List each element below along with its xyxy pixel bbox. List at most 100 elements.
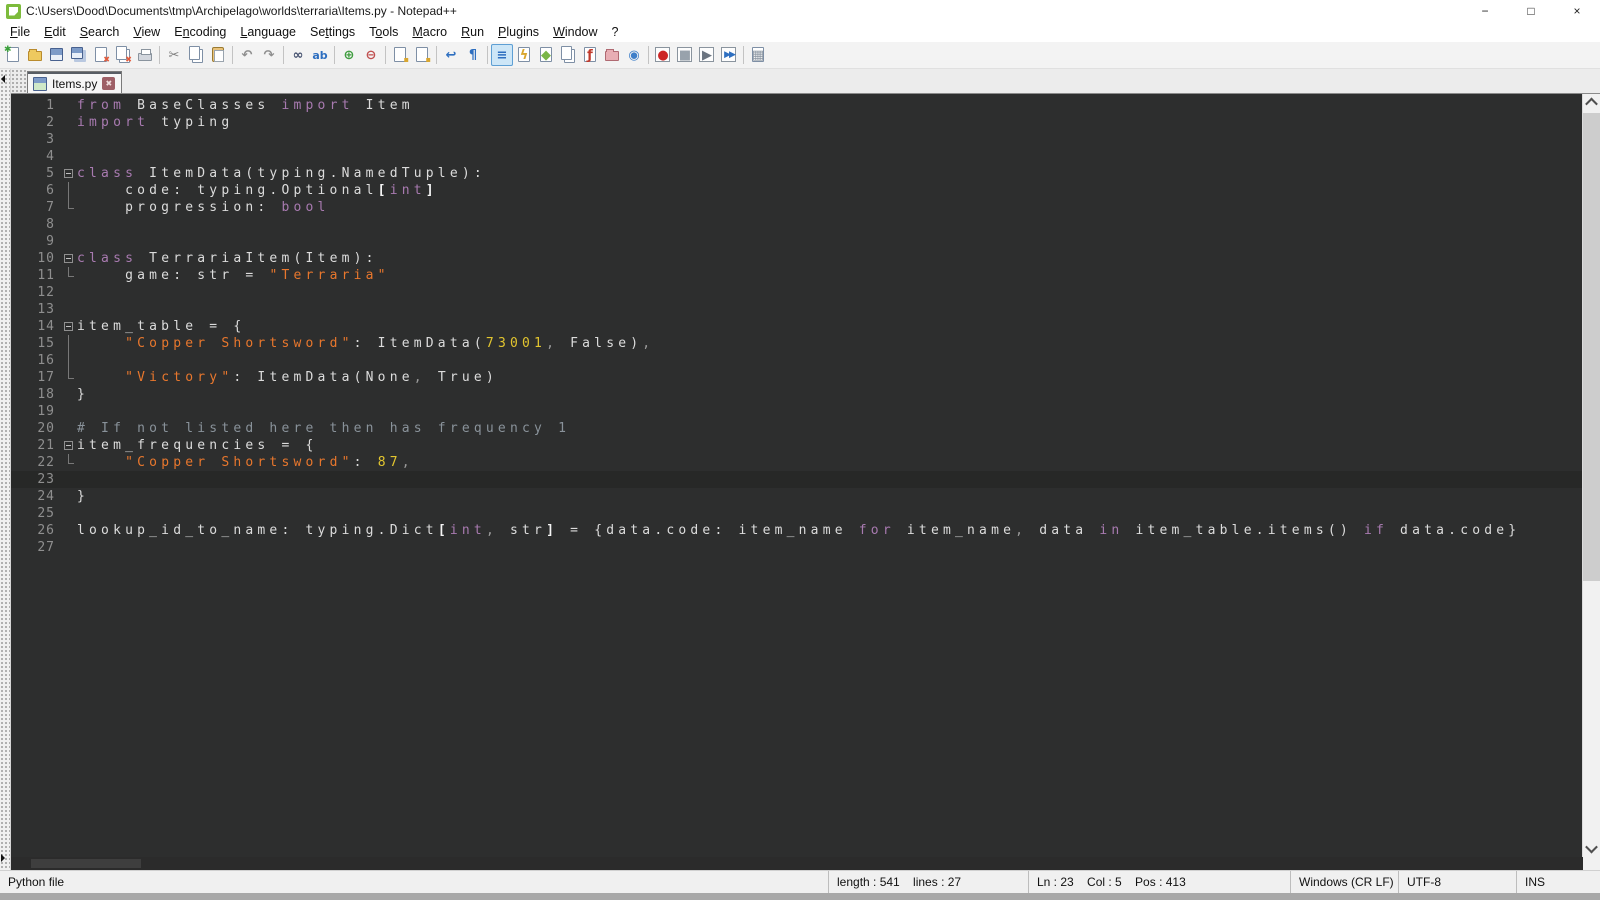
code-line-5[interactable]: 5class ItemData(typing.NamedTuple): — [11, 165, 1582, 182]
macro-stop-icon[interactable]: ■ — [674, 44, 696, 66]
indent-guide-icon[interactable]: ≡ — [491, 44, 513, 66]
macro-run-multiple-icon[interactable]: ▶▶ — [718, 44, 740, 66]
splitter-collapse-left-icon[interactable] — [1, 75, 5, 83]
redo-icon[interactable]: ↷ — [258, 44, 280, 66]
menu-macro[interactable]: Macro — [405, 23, 454, 41]
code-line-3[interactable]: 3 — [11, 131, 1582, 148]
code-line-1[interactable]: 1from BaseClasses import Item — [11, 97, 1582, 114]
horizontal-scrollbar-thumb[interactable] — [31, 859, 141, 868]
menu-[interactable]: ? — [605, 23, 626, 41]
close-button[interactable]: × — [1554, 0, 1600, 22]
splitter-collapse-right-icon[interactable] — [1, 854, 5, 862]
macro-record-icon[interactable]: ● — [652, 44, 674, 66]
vertical-scrollbar-track[interactable] — [1583, 111, 1600, 840]
close-file-icon[interactable]: ✖ — [90, 44, 112, 66]
code-line-8[interactable]: 8 — [11, 216, 1582, 233]
code-line-15[interactable]: 15 "Copper Shortsword": ItemData(73001, … — [11, 335, 1582, 352]
status-encoding[interactable]: UTF-8 — [1398, 871, 1516, 893]
code-line-26[interactable]: 26lookup_id_to_name: typing.Dict[int, st… — [11, 522, 1582, 539]
code-line-2[interactable]: 2import typing — [11, 114, 1582, 131]
vertical-scrollbar[interactable] — [1582, 94, 1600, 857]
code-line-24[interactable]: 24} — [11, 488, 1582, 505]
horizontal-scrollbar[interactable] — [11, 857, 1583, 870]
minimize-button[interactable]: − — [1462, 0, 1508, 22]
code-line-9[interactable]: 9 — [11, 233, 1582, 250]
tab-close-icon[interactable]: ✖ — [102, 77, 115, 90]
menu-plugins[interactable]: Plugins — [491, 23, 546, 41]
dock-splitter[interactable] — [0, 69, 11, 870]
copy-icon[interactable] — [185, 44, 207, 66]
menu-language[interactable]: Language — [233, 23, 303, 41]
status-typing-mode[interactable]: INS — [1516, 871, 1600, 893]
cut-icon[interactable]: ✂ — [163, 44, 185, 66]
print-icon[interactable] — [134, 44, 156, 66]
code-line-22[interactable]: 22 "Copper Shortsword": 87, — [11, 454, 1582, 471]
code-line-12[interactable]: 12 — [11, 284, 1582, 301]
line-number: 9 — [11, 233, 61, 250]
code-editor[interactable]: 1from BaseClasses import Item2import typ… — [11, 94, 1582, 857]
vertical-scrollbar-thumb[interactable] — [1583, 113, 1600, 581]
menu-view[interactable]: View — [126, 23, 167, 41]
zoom-out-icon[interactable]: ⊖ — [360, 44, 382, 66]
scroll-down-icon[interactable] — [1583, 840, 1600, 857]
code-line-25[interactable]: 25 — [11, 505, 1582, 522]
code-line-23[interactable]: 23 — [11, 471, 1582, 488]
menu-settings[interactable]: Settings — [303, 23, 362, 41]
code-line-19[interactable]: 19 — [11, 403, 1582, 420]
menu-encoding[interactable]: Encoding — [167, 23, 233, 41]
line-number: 1 — [11, 97, 61, 114]
folder-as-workspace-icon[interactable] — [601, 44, 623, 66]
code-line-7[interactable]: 7 progression: bool — [11, 199, 1582, 216]
maximize-button[interactable]: □ — [1508, 0, 1554, 22]
line-number: 21 — [11, 437, 61, 454]
code-line-21[interactable]: 21item_frequencies = { — [11, 437, 1582, 454]
macro-play-icon[interactable]: ▶ — [696, 44, 718, 66]
show-all-characters-icon[interactable]: ¶ — [462, 44, 484, 66]
menu-file[interactable]: File — [3, 23, 37, 41]
word-wrap-icon[interactable]: ↩ — [440, 44, 462, 66]
fold-collapse-icon[interactable] — [61, 165, 77, 182]
close-all-icon[interactable]: ✖ — [112, 44, 134, 66]
notepadpp-app-icon[interactable] — [6, 4, 21, 19]
document-list-icon[interactable] — [557, 44, 579, 66]
replace-icon[interactable]: ab — [309, 44, 331, 66]
code-line-14[interactable]: 14item_table = { — [11, 318, 1582, 335]
fold-collapse-icon[interactable] — [61, 318, 77, 335]
code-line-11[interactable]: 11 game: str = "Terraria" — [11, 267, 1582, 284]
status-eol-format[interactable]: Windows (CR LF) — [1290, 871, 1398, 893]
sync-horizontal-scroll-icon[interactable]: ▪ — [411, 44, 433, 66]
undo-icon[interactable]: ↶ — [236, 44, 258, 66]
menu-tools[interactable]: Tools — [362, 23, 405, 41]
function-list-icon[interactable]: ƒ — [579, 44, 601, 66]
code-line-6[interactable]: 6 code: typing.Optional[int] — [11, 182, 1582, 199]
macro-save-icon[interactable]: ▦ — [747, 44, 769, 66]
paste-icon[interactable] — [207, 44, 229, 66]
fold-collapse-icon[interactable] — [61, 250, 77, 267]
monitoring-eye-icon[interactable]: ◉ — [623, 44, 645, 66]
new-file-icon[interactable]: ✱ — [2, 44, 24, 66]
sync-vertical-scroll-icon[interactable]: ▪ — [389, 44, 411, 66]
menu-run[interactable]: Run — [454, 23, 491, 41]
code-line-16[interactable]: 16 — [11, 352, 1582, 369]
fold-collapse-icon[interactable] — [61, 437, 77, 454]
user-defined-language-icon[interactable]: ϟ — [513, 44, 535, 66]
document-map-icon[interactable]: ◆ — [535, 44, 557, 66]
menu-search[interactable]: Search — [73, 23, 127, 41]
find-icon[interactable]: ∞ — [287, 44, 309, 66]
save-all-icon[interactable] — [68, 44, 90, 66]
menu-edit[interactable]: Edit — [37, 23, 73, 41]
code-line-18[interactable]: 18} — [11, 386, 1582, 403]
code-line-20[interactable]: 20# If not listed here then has frequenc… — [11, 420, 1582, 437]
open-file-icon[interactable] — [24, 44, 46, 66]
code-line-27[interactable]: 27 — [11, 539, 1582, 556]
tab-items-py[interactable]: Items.py ✖ — [27, 71, 122, 93]
zoom-in-icon[interactable]: ⊕ — [338, 44, 360, 66]
line-number: 3 — [11, 131, 61, 148]
save-file-icon[interactable] — [46, 44, 68, 66]
code-line-10[interactable]: 10class TerrariaItem(Item): — [11, 250, 1582, 267]
menu-window[interactable]: Window — [546, 23, 604, 41]
code-line-4[interactable]: 4 — [11, 148, 1582, 165]
scroll-up-icon[interactable] — [1583, 94, 1600, 111]
code-line-17[interactable]: 17 "Victory": ItemData(None, True) — [11, 369, 1582, 386]
code-line-13[interactable]: 13 — [11, 301, 1582, 318]
